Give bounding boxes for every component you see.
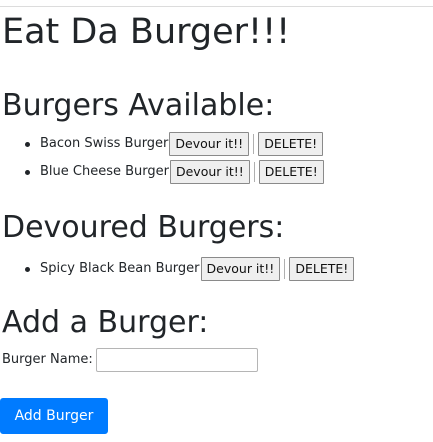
burger-name-input[interactable] (95, 348, 258, 372)
top-divider (0, 6, 433, 7)
bullet-icon (25, 142, 30, 147)
button-divider (284, 259, 286, 279)
devoured-burgers-list: Spicy Black Bean Burger Devour it!! DELE… (0, 255, 358, 283)
add-burger-button[interactable]: Add Burger (0, 398, 108, 434)
button-divider (253, 162, 255, 182)
devour-button[interactable]: Devour it!! (169, 160, 250, 184)
button-divider (253, 134, 255, 154)
list-item: Blue Cheese Burger Devour it!! DELETE! (0, 158, 328, 186)
devour-button[interactable]: Devour it!! (169, 132, 250, 156)
devour-button[interactable]: Devour it!! (200, 257, 281, 281)
delete-button[interactable]: DELETE! (258, 132, 324, 156)
burger-name-label: Burger Name: (2, 352, 93, 367)
bullet-icon (25, 267, 30, 272)
list-item: Bacon Swiss Burger Devour it!! DELETE! (0, 130, 328, 158)
available-burgers-heading: Burgers Available: (2, 88, 275, 123)
bullet-icon (25, 170, 30, 175)
page-title: Eat Da Burger!!! (2, 12, 291, 52)
burger-name: Blue Cheese Burger (40, 164, 169, 179)
burger-name: Bacon Swiss Burger (40, 136, 169, 151)
burger-name: Spicy Black Bean Burger (40, 261, 200, 276)
available-burgers-list: Bacon Swiss Burger Devour it!! DELETE! B… (0, 130, 328, 186)
page: Eat Da Burger!!! Burgers Available: Baco… (0, 0, 433, 442)
list-item: Spicy Black Bean Burger Devour it!! DELE… (0, 255, 358, 283)
delete-button[interactable]: DELETE! (289, 257, 355, 281)
delete-button[interactable]: DELETE! (258, 160, 324, 184)
burger-name-field-row: Burger Name: (2, 345, 258, 375)
devoured-burgers-heading: Devoured Burgers: (2, 210, 285, 245)
add-burger-heading: Add a Burger: (2, 305, 209, 340)
